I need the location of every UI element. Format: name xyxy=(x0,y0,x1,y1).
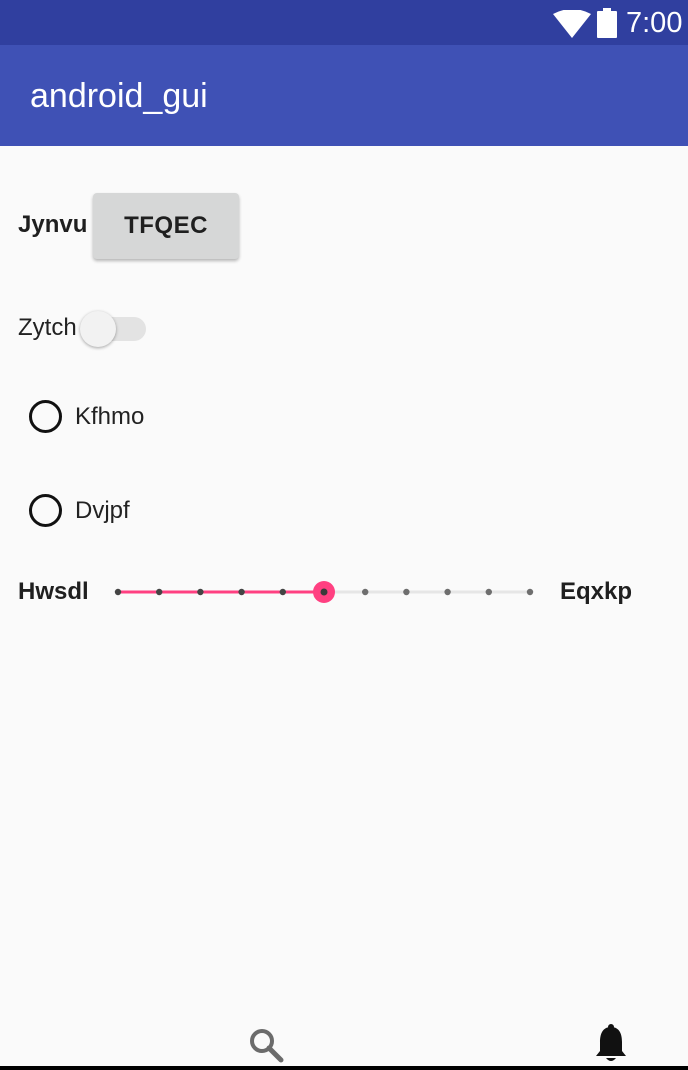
slider-max-label: Eqxkp xyxy=(560,578,633,605)
slider-tick xyxy=(197,588,204,596)
slider-tick xyxy=(156,588,163,596)
slider-tick xyxy=(279,588,286,596)
switch-row-label: Zytch xyxy=(18,314,77,341)
app-bar: android_gui xyxy=(0,45,688,146)
slider-tick xyxy=(362,588,369,596)
battery-icon xyxy=(597,8,617,38)
slider-tick xyxy=(114,588,122,596)
slider-tick xyxy=(526,588,534,596)
radio-kfhmo[interactable]: Kfhmo xyxy=(29,400,189,448)
search-icon[interactable] xyxy=(248,1027,284,1063)
slider-tick xyxy=(403,588,410,596)
radio-dvjpf[interactable]: Dvjpf xyxy=(29,494,189,542)
bottom-edge xyxy=(0,1066,688,1070)
slider-tick xyxy=(238,588,245,596)
radio-circle xyxy=(29,400,62,433)
bell-icon[interactable] xyxy=(594,1024,628,1064)
wifi-icon xyxy=(553,10,591,38)
status-bar: 7:00 xyxy=(0,0,688,45)
radio-label: Kfhmo xyxy=(75,403,145,430)
slider-tick xyxy=(485,588,492,596)
app-title: android_gui xyxy=(30,77,208,115)
zytch-switch[interactable] xyxy=(80,309,148,349)
radio-circle xyxy=(29,494,62,527)
button-row-label: Jynvu xyxy=(18,211,88,238)
radio-label: Dvjpf xyxy=(75,497,130,524)
slider-min-label: Hwsdl xyxy=(18,578,89,605)
tfqec-button[interactable]: TFQEC xyxy=(93,193,239,259)
status-time: 7:00 xyxy=(626,7,683,39)
discrete-slider[interactable] xyxy=(108,572,540,612)
screen: 7:00 android_gui Jynvu TFQEC Zytch Kfhmo… xyxy=(0,0,688,1070)
bottom-nav xyxy=(0,1010,688,1070)
slider-thumb-tick xyxy=(320,588,328,596)
switch-thumb xyxy=(80,311,116,347)
slider-tick xyxy=(444,588,451,596)
